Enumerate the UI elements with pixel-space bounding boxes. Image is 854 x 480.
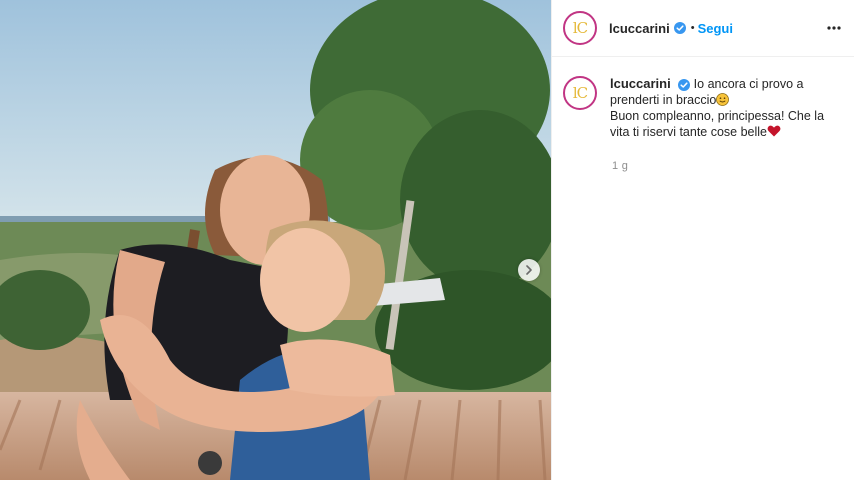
avatar-logo: lC	[566, 79, 594, 107]
more-options-button[interactable]	[824, 18, 844, 38]
caption-text: lcuccarini Io ancora ci provo a prendert…	[610, 76, 835, 140]
photo-illustration	[0, 0, 551, 480]
instagram-post-view: lC lcuccarini • Segui lC lcuccarini Io a…	[0, 0, 854, 480]
caption-avatar[interactable]: lC	[563, 76, 597, 110]
red-heart-emoji	[767, 125, 781, 137]
caption-line-2: Buon compleanno, principessa! Che la vit…	[610, 109, 825, 139]
verified-badge-icon	[678, 78, 691, 91]
chevron-right-icon	[526, 265, 532, 275]
avatar[interactable]: lC	[563, 11, 597, 45]
caption-username-link[interactable]: lcuccarini	[610, 76, 671, 91]
post-side-panel: lC lcuccarini • Segui lC lcuccarini Io a…	[552, 0, 854, 480]
more-options-icon	[827, 26, 841, 30]
post-header: lC lcuccarini • Segui	[552, 0, 854, 57]
post-timestamp[interactable]: 1 g	[612, 160, 628, 172]
smiling-face-emoji	[716, 93, 730, 106]
caption-row: lC lcuccarini Io ancora ci provo a prend…	[563, 76, 848, 140]
verified-badge-icon	[673, 22, 686, 34]
follow-button[interactable]: Segui	[698, 21, 733, 36]
post-photo[interactable]	[0, 0, 551, 480]
avatar-logo: lC	[566, 14, 594, 42]
username-link[interactable]: lcuccarini	[609, 21, 670, 36]
header-separator: •	[690, 22, 695, 34]
carousel-next-button[interactable]	[518, 259, 540, 281]
